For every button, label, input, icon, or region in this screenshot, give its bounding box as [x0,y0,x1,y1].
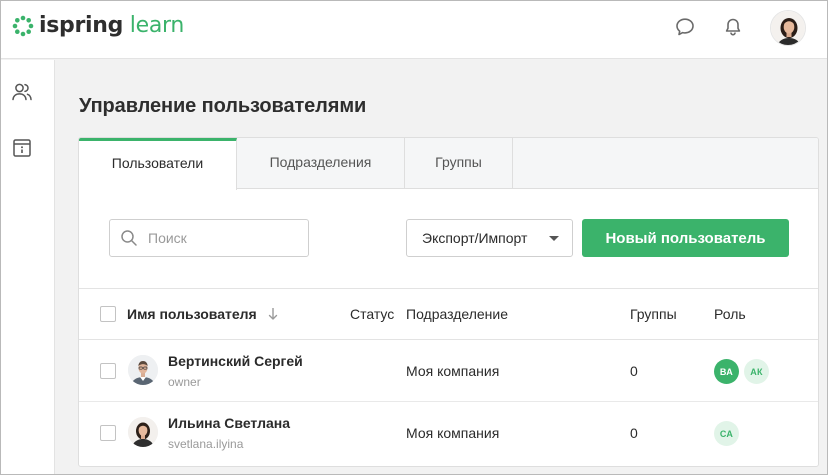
user-department: Моя компания [406,425,500,441]
sidebar-item-users[interactable] [11,81,33,103]
row-checkbox[interactable] [100,363,116,379]
column-header-groups: Группы [630,306,677,322]
tab-bar: Пользователи Подразделения Группы [79,138,818,190]
search-box [109,219,309,257]
role-badges: ВА АК [714,359,774,384]
bell-icon[interactable] [722,16,744,38]
page-title: Управление пользователями [79,95,367,117]
search-icon [121,230,137,246]
role-badge: АК [744,359,769,384]
avatar [128,355,158,385]
user-name[interactable]: Ильина Светлана [168,415,290,431]
column-header-status: Статус [350,306,395,322]
sidebar-item-info[interactable] [11,137,33,159]
row-checkbox[interactable] [100,425,116,441]
users-card: Пользователи Подразделения Группы Экспор… [78,137,819,467]
logo-asterisk-icon [12,15,34,37]
export-import-label: Экспорт/Импорт [422,230,528,246]
select-all-checkbox[interactable] [100,306,116,322]
role-badge: ВА [714,359,739,384]
table-header: Имя пользователя Статус Подразделение Гр… [79,288,818,340]
user-groups-count: 0 [630,425,638,441]
logo-text: ispring learn [39,12,184,40]
role-badge: СА [714,421,739,446]
user-name[interactable]: Вертинский Сергей [168,353,303,369]
user-department: Моя компания [406,363,500,379]
column-header-role: Роль [714,306,746,322]
role-badges: СА [714,421,744,446]
caret-down-icon [549,236,559,241]
top-header: ispring learn [1,1,827,59]
tab-groups[interactable]: Группы [405,138,513,189]
user-login: owner [168,375,201,389]
column-header-department: Подразделение [406,306,509,322]
table-row[interactable]: Ильина Светлана svetlana.ilyina Моя комп… [79,402,818,464]
logo-text-learn: learn [129,13,185,38]
search-input[interactable] [148,220,303,256]
user-login: svetlana.ilyina [168,437,244,451]
avatar [128,417,158,447]
table-row[interactable]: Вертинский Сергей owner Моя компания 0 В… [79,340,818,402]
logo-text-ispring: ispring [39,13,124,38]
chat-icon[interactable] [674,16,696,38]
ispring-learn-logo[interactable]: ispring learn [12,12,184,40]
column-header-name[interactable]: Имя пользователя [127,306,257,322]
user-groups-count: 0 [630,363,638,379]
tab-departments[interactable]: Подразделения [237,138,405,189]
new-user-button[interactable]: Новый пользователь [582,219,789,257]
user-avatar[interactable] [770,10,806,46]
app-window: ispring learn Управление пользователями … [0,0,828,475]
info-box-icon [13,139,31,157]
sort-down-arrow-icon[interactable] [268,307,278,321]
export-import-dropdown[interactable]: Экспорт/Импорт [406,219,573,257]
tab-users[interactable]: Пользователи [79,138,237,190]
sidebar [1,60,55,474]
users-icon [12,83,32,101]
